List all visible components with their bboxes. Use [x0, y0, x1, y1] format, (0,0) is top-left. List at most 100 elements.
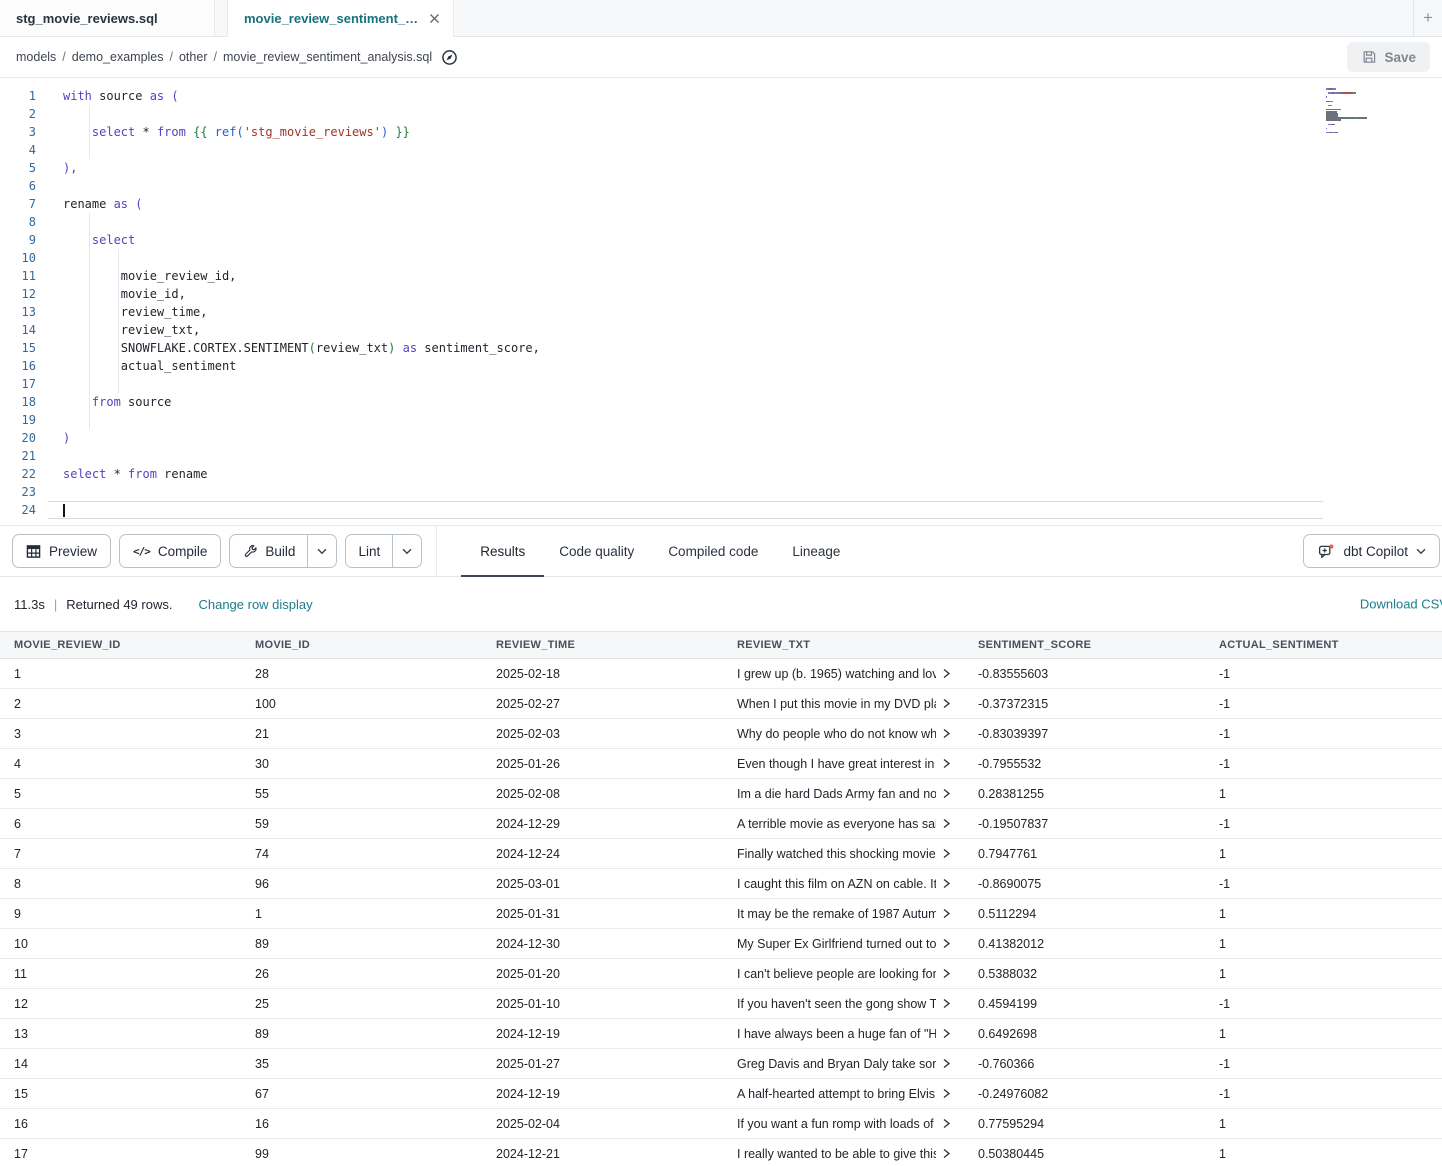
- expand-review-button[interactable]: [936, 968, 951, 979]
- cell-actual-sentiment: 1: [1205, 787, 1442, 801]
- breadcrumb-demo-examples[interactable]: demo_examples: [72, 50, 164, 64]
- code-line[interactable]: 10: [0, 249, 1442, 267]
- indent-guide: [118, 357, 119, 375]
- column-header: MOVIE_REVIEW_ID: [0, 639, 241, 651]
- tab-results[interactable]: Results: [480, 525, 525, 577]
- line-number: 13: [0, 303, 48, 321]
- expand-review-icon[interactable]: [942, 1058, 951, 1069]
- code-line[interactable]: 14 review_txt,: [0, 321, 1442, 339]
- code-line[interactable]: 4: [0, 141, 1442, 159]
- expand-review-icon[interactable]: [942, 878, 951, 889]
- close-tab-icon[interactable]: [429, 13, 440, 24]
- expand-review-button[interactable]: [936, 818, 951, 829]
- expand-review-button[interactable]: [936, 758, 951, 769]
- expand-review-icon[interactable]: [942, 788, 951, 799]
- tab-stg-movie-reviews[interactable]: stg_movie_reviews.sql: [0, 0, 215, 36]
- build-button[interactable]: Build: [229, 534, 337, 568]
- code-line[interactable]: 6: [0, 177, 1442, 195]
- tab-movie-review-sentiment-analysis[interactable]: movie_review_sentiment_…: [227, 0, 454, 37]
- code-line[interactable]: 16 actual_sentiment: [0, 357, 1442, 375]
- expand-review-icon[interactable]: [942, 758, 951, 769]
- expand-review-button[interactable]: [936, 848, 951, 859]
- editor-minimap[interactable]: [1326, 88, 1402, 138]
- expand-review-button[interactable]: [936, 698, 951, 709]
- lint-main-segment[interactable]: Lint: [346, 535, 392, 567]
- code-line[interactable]: 2: [0, 105, 1442, 123]
- preview-button[interactable]: Preview: [12, 534, 111, 568]
- build-dropdown-toggle[interactable]: [307, 535, 336, 567]
- expand-review-icon[interactable]: [942, 1088, 951, 1099]
- expand-review-icon[interactable]: [942, 728, 951, 739]
- code-line[interactable]: 12 movie_id,: [0, 285, 1442, 303]
- code-line[interactable]: 11 movie_review_id,: [0, 267, 1442, 285]
- cell-review-txt: Im a die hard Dads Army fan and nothi…: [723, 787, 964, 801]
- code-line[interactable]: 19: [0, 411, 1442, 429]
- lint-dropdown-toggle[interactable]: [392, 535, 421, 567]
- expand-review-button[interactable]: [936, 1148, 951, 1159]
- code-line[interactable]: 13 review_time,: [0, 303, 1442, 321]
- code-line[interactable]: 22select * from rename: [0, 465, 1442, 483]
- cell-sentiment-score: -0.760366: [964, 1057, 1205, 1071]
- cell-actual-sentiment: 1: [1205, 1027, 1442, 1041]
- cell-movie-id: 59: [241, 817, 482, 831]
- tab-code-quality[interactable]: Code quality: [559, 525, 634, 577]
- expand-review-button[interactable]: [936, 1118, 951, 1129]
- table-row: 21002025-02-27When I put this movie in m…: [0, 689, 1442, 719]
- expand-review-button[interactable]: [936, 998, 951, 1009]
- review-text: Im a die hard Dads Army fan and nothi…: [737, 787, 936, 801]
- build-main-segment[interactable]: Build: [230, 535, 307, 567]
- expand-review-icon[interactable]: [942, 1118, 951, 1129]
- tab-compiled-code[interactable]: Compiled code: [668, 525, 758, 577]
- cell-sentiment-score: 0.5388032: [964, 967, 1205, 981]
- chevron-down-icon: [317, 548, 327, 555]
- explore-lineage-button[interactable]: [441, 49, 458, 66]
- expand-review-button[interactable]: [936, 938, 951, 949]
- code-line[interactable]: 20): [0, 429, 1442, 447]
- expand-review-icon[interactable]: [942, 668, 951, 679]
- code-line[interactable]: 18 from source: [0, 393, 1442, 411]
- expand-review-button[interactable]: [936, 1088, 951, 1099]
- expand-review-icon[interactable]: [942, 1028, 951, 1039]
- breadcrumb-other[interactable]: other: [179, 50, 208, 64]
- expand-review-button[interactable]: [936, 878, 951, 889]
- expand-review-button[interactable]: [936, 1028, 951, 1039]
- code-line[interactable]: 23: [0, 483, 1442, 501]
- sql-code-editor[interactable]: 1with source as (23 select * from {{ ref…: [0, 78, 1442, 525]
- breadcrumb-models[interactable]: models: [16, 50, 56, 64]
- new-tab-button[interactable]: +: [1413, 0, 1442, 36]
- expand-review-icon[interactable]: [942, 998, 951, 1009]
- expand-review-icon[interactable]: [942, 938, 951, 949]
- code-line[interactable]: 5),: [0, 159, 1442, 177]
- line-number: 7: [0, 195, 48, 213]
- expand-review-button[interactable]: [936, 788, 951, 799]
- expand-review-button[interactable]: [936, 1058, 951, 1069]
- lint-button[interactable]: Lint: [345, 534, 422, 568]
- save-button[interactable]: Save: [1347, 42, 1430, 72]
- compile-button[interactable]: </> Compile: [119, 534, 221, 568]
- line-number: 3: [0, 123, 48, 141]
- code-line[interactable]: 9 select: [0, 231, 1442, 249]
- tab-lineage[interactable]: Lineage: [792, 525, 840, 577]
- code-line[interactable]: 24: [0, 501, 1442, 519]
- code-line[interactable]: 7rename as (: [0, 195, 1442, 213]
- expand-review-icon[interactable]: [942, 1148, 951, 1159]
- dbt-copilot-button[interactable]: dbt Copilot: [1303, 534, 1440, 568]
- code-line[interactable]: 21: [0, 447, 1442, 465]
- expand-review-icon[interactable]: [942, 968, 951, 979]
- expand-review-button[interactable]: [936, 908, 951, 919]
- expand-review-button[interactable]: [936, 728, 951, 739]
- indent-guide: [89, 141, 90, 159]
- code-line[interactable]: 8: [0, 213, 1442, 231]
- expand-review-icon[interactable]: [942, 908, 951, 919]
- expand-review-icon[interactable]: [942, 848, 951, 859]
- line-number: 23: [0, 483, 48, 501]
- expand-review-icon[interactable]: [942, 818, 951, 829]
- code-line[interactable]: 3 select * from {{ ref('stg_movie_review…: [0, 123, 1442, 141]
- code-line[interactable]: 1with source as (: [0, 87, 1442, 105]
- code-line[interactable]: 15 SNOWFLAKE.CORTEX.SENTIMENT(review_txt…: [0, 339, 1442, 357]
- change-row-display-link[interactable]: Change row display: [198, 597, 312, 612]
- code-line[interactable]: 17: [0, 375, 1442, 393]
- expand-review-button[interactable]: [936, 668, 951, 679]
- download-csv-link[interactable]: Download CSV: [1360, 597, 1442, 612]
- expand-review-icon[interactable]: [942, 698, 951, 709]
